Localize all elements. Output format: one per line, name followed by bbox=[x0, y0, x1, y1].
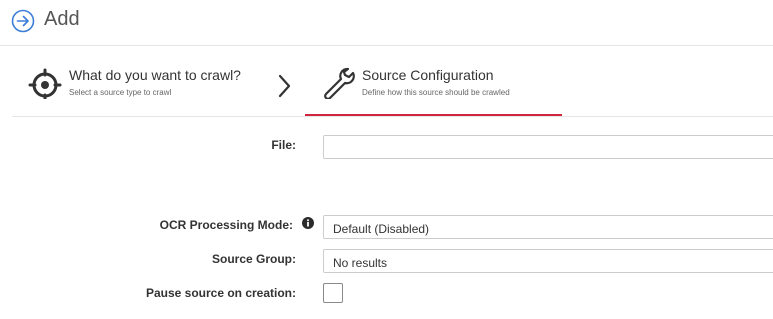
file-label: File: bbox=[271, 138, 296, 152]
step-subtitle: Select a source type to crawl bbox=[69, 88, 172, 97]
source-group-select[interactable]: No results bbox=[323, 249, 773, 273]
chevron-right-icon bbox=[278, 74, 291, 98]
pause-source-label: Pause source on creation: bbox=[145, 286, 296, 300]
step-title: Source Configuration bbox=[362, 67, 494, 83]
step-source-type[interactable]: What do you want to crawl? Select a sour… bbox=[28, 62, 278, 114]
crosshair-target-icon bbox=[28, 68, 62, 99]
ocr-processing-mode-label: OCR Processing Mode: bbox=[159, 218, 293, 232]
source-group-value: No results bbox=[333, 256, 388, 270]
info-icon[interactable] bbox=[302, 217, 314, 229]
arrow-circle-right-icon bbox=[11, 9, 35, 33]
step-source-configuration[interactable]: Source Configuration Define how this sou… bbox=[305, 62, 562, 116]
ocr-processing-mode-select[interactable]: Default (Disabled) bbox=[323, 215, 773, 239]
divider bbox=[12, 116, 773, 117]
page-title: Add bbox=[44, 8, 80, 30]
pause-source-checkbox[interactable] bbox=[323, 283, 343, 303]
ocr-processing-mode-value: Default (Disabled) bbox=[333, 222, 430, 236]
source-group-label: Source Group: bbox=[211, 252, 296, 266]
page-header: Add bbox=[0, 0, 773, 46]
wrench-icon bbox=[324, 67, 355, 99]
file-field[interactable] bbox=[323, 135, 773, 159]
step-title: What do you want to crawl? bbox=[69, 67, 241, 83]
step-subtitle: Define how this source should be crawled bbox=[362, 88, 510, 97]
